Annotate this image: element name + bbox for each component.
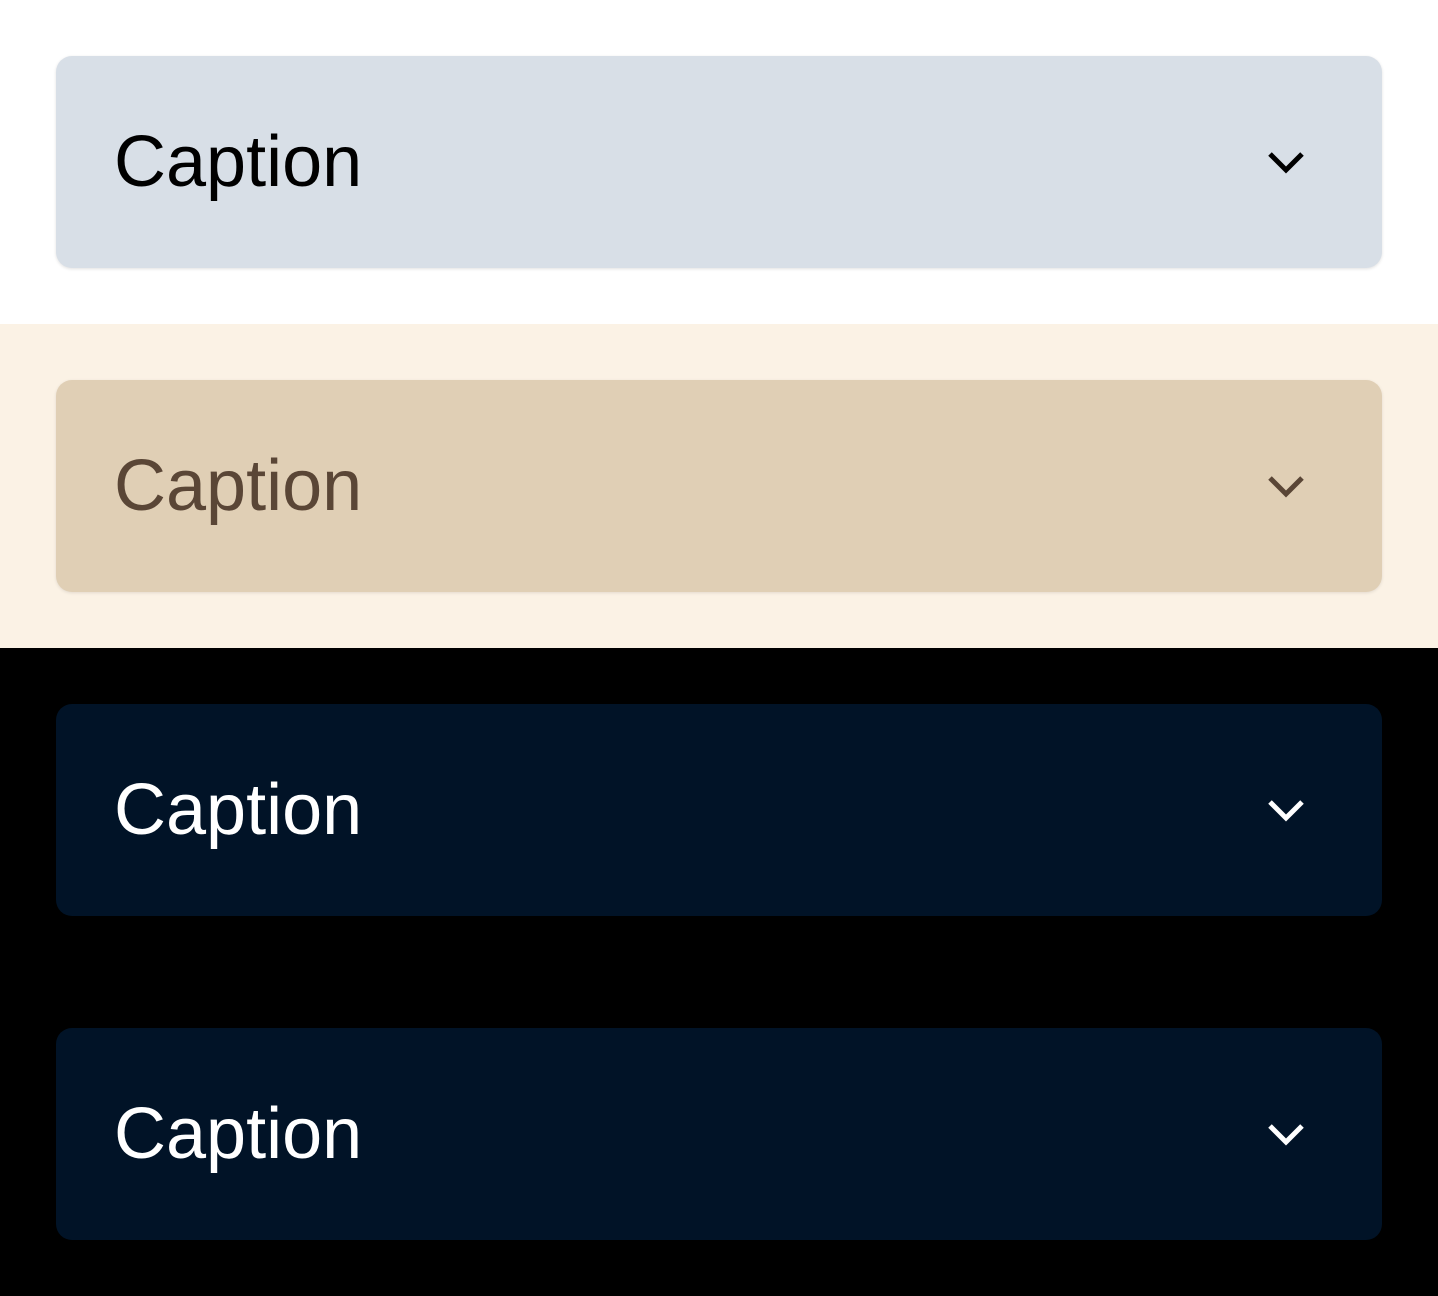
caption-dropdown-dark-2[interactable]: Caption [56, 1028, 1382, 1240]
dark-theme-section-2: Caption [0, 972, 1438, 1296]
dropdown-label: Caption [114, 770, 363, 850]
dark-theme-section: Caption [0, 648, 1438, 972]
caption-dropdown-dark[interactable]: Caption [56, 704, 1382, 916]
caption-dropdown-light[interactable]: Caption [56, 56, 1382, 268]
chevron-down-icon [1268, 476, 1304, 498]
dropdown-label: Caption [114, 122, 363, 202]
sepia-theme-section: Caption [0, 324, 1438, 648]
dropdown-label: Caption [114, 1094, 363, 1174]
dropdown-label: Caption [114, 446, 363, 526]
light-theme-section: Caption [0, 0, 1438, 324]
chevron-down-icon [1268, 1124, 1304, 1146]
caption-dropdown-sepia[interactable]: Caption [56, 380, 1382, 592]
chevron-down-icon [1268, 800, 1304, 822]
chevron-down-icon [1268, 152, 1304, 174]
